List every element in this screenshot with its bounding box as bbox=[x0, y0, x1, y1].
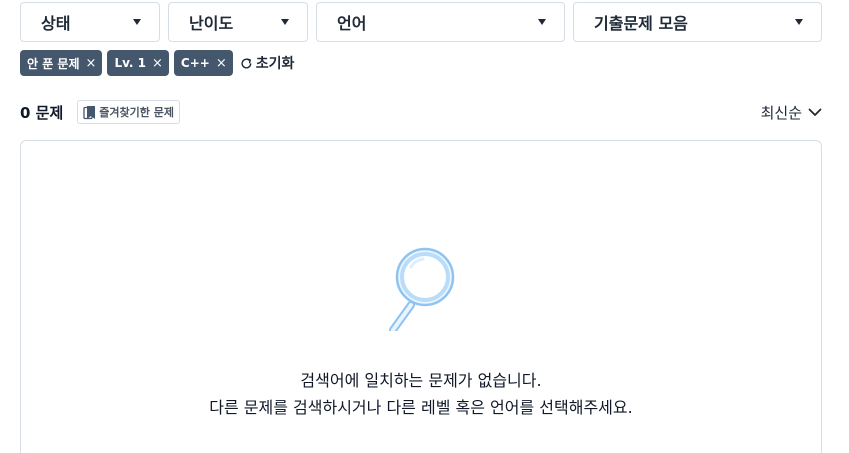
sort-label: 최신순 bbox=[760, 103, 802, 122]
active-filter-chips: 안 푼 문제 × Lv. 1 × C++ × 초기화 bbox=[20, 50, 294, 76]
bookmark-icon bbox=[83, 105, 96, 119]
reset-filters-button[interactable]: 초기화 bbox=[240, 53, 295, 73]
reset-filters-label: 초기화 bbox=[255, 56, 295, 72]
close-icon[interactable]: × bbox=[216, 57, 227, 70]
chip-label: Lv. 1 bbox=[114, 56, 147, 70]
chip-language: C++ × bbox=[173, 50, 233, 76]
refresh-icon bbox=[241, 57, 252, 68]
past-exams-filter-label: 기출문제 모음 bbox=[594, 14, 688, 33]
chip-label: 안 푼 문제 bbox=[27, 56, 80, 71]
chip-label: C++ bbox=[180, 56, 210, 70]
bookmarked-problems-button[interactable]: 즐겨찾기한 문제 bbox=[77, 100, 180, 124]
status-filter-dropdown[interactable]: 상태 bbox=[20, 2, 160, 42]
empty-state-message: 검색어에 일치하는 문제가 없습니다. 다른 문제를 검색하시거나 다른 레벨 … bbox=[21, 367, 821, 421]
caret-down-icon bbox=[281, 19, 289, 25]
close-icon[interactable]: × bbox=[86, 57, 97, 70]
caret-down-icon bbox=[133, 19, 141, 25]
chevron-down-icon bbox=[808, 108, 822, 116]
language-filter-dropdown[interactable]: 언어 bbox=[316, 2, 565, 42]
caret-down-icon bbox=[795, 19, 803, 25]
magnifier-icon bbox=[389, 247, 455, 331]
empty-state-line-1: 검색어에 일치하는 문제가 없습니다. bbox=[300, 371, 542, 390]
results-summary: 0 문제 즐겨찾기한 문제 최신순 bbox=[20, 98, 822, 126]
empty-state-line-2: 다른 문제를 검색하시거나 다른 레벨 혹은 언어를 선택해주세요. bbox=[209, 398, 633, 417]
caret-down-icon bbox=[538, 19, 546, 25]
sort-dropdown[interactable]: 최신순 bbox=[761, 102, 822, 123]
bookmarked-problems-label: 즐겨찾기한 문제 bbox=[99, 106, 174, 119]
difficulty-filter-dropdown[interactable]: 난이도 bbox=[168, 2, 308, 42]
problem-count: 0 문제 bbox=[20, 103, 64, 122]
difficulty-filter-label: 난이도 bbox=[189, 14, 234, 33]
close-icon[interactable]: × bbox=[152, 57, 163, 70]
chip-level: Lv. 1 × bbox=[107, 50, 169, 76]
status-filter-label: 상태 bbox=[41, 14, 71, 33]
problem-list-panel: 검색어에 일치하는 문제가 없습니다. 다른 문제를 검색하시거나 다른 레벨 … bbox=[20, 140, 822, 453]
chip-unsolved: 안 푼 문제 × bbox=[20, 50, 103, 76]
past-exams-filter-dropdown[interactable]: 기출문제 모음 bbox=[573, 2, 822, 42]
language-filter-label: 언어 bbox=[337, 14, 367, 33]
